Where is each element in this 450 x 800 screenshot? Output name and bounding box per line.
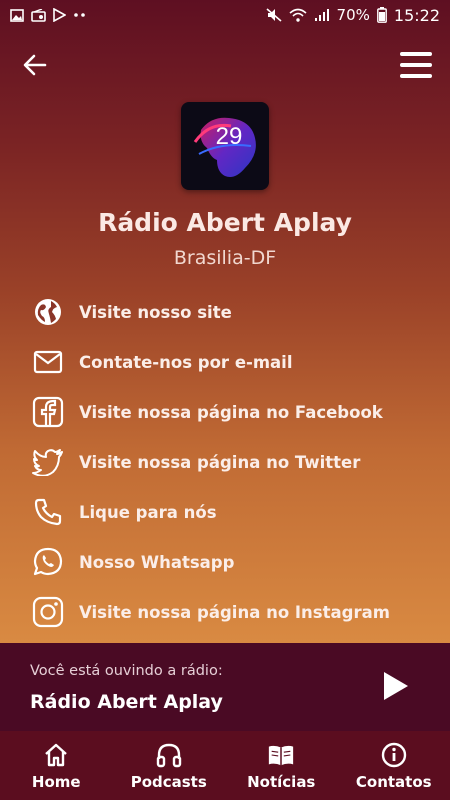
station-logo: 29 [181,102,269,190]
phone-icon [30,494,66,530]
menu-button[interactable] [400,52,432,78]
now-playing-bar: Você está ouvindo a rádio: Rádio Abert A… [0,643,450,731]
back-button[interactable] [20,50,50,80]
image-icon [10,8,24,22]
mute-icon [266,8,282,22]
contact-label: Contate-nos por e-mail [79,352,293,372]
contact-facebook[interactable]: Visite nossa página no Facebook [0,387,450,437]
now-playing-caption: Você está ouvindo a rádio: [30,663,223,679]
contact-email[interactable]: Contate-nos por e-mail [0,337,450,387]
hamburger-menu-icon-bar [400,74,432,78]
whatsapp-icon [30,544,66,580]
contact-label: Lique para nós [79,502,217,522]
contact-label: Visite nossa página no Twitter [79,452,361,472]
contact-label: Visite nossa página no Instagram [79,602,390,622]
globe-icon [30,294,66,330]
contact-website[interactable]: Visite nosso site [0,287,450,337]
contact-whatsapp[interactable]: Nosso Whatsapp [0,537,450,587]
instagram-icon [30,594,66,630]
radio-icon [31,8,46,22]
play-store-icon [53,8,66,22]
play-icon [384,672,408,700]
battery-icon [376,7,387,23]
contact-twitter[interactable]: Visite nossa página no Twitter [0,437,450,487]
nav-podcasts[interactable]: Podcasts [113,731,226,800]
nav-label: Home [31,773,81,791]
contact-label: Nosso Whatsapp [79,552,235,572]
battery-percent: 70% [336,6,370,24]
logo-number: 29 [216,123,243,150]
station-name: Rádio Abert Aplay [98,208,352,237]
book-icon [267,741,295,769]
hamburger-menu-icon-bar [400,63,432,67]
nav-home[interactable]: Home [0,731,113,800]
more-dots-icon [74,13,85,17]
status-right-icons: 70% 15:22 [266,6,440,25]
home-icon [42,741,70,769]
nav-noticias[interactable]: Notícias [225,731,338,800]
nav-contatos[interactable]: Contatos [338,731,450,800]
play-button[interactable] [378,669,412,703]
now-playing-station: Rádio Abert Aplay [30,691,223,713]
status-bar: 70% 15:22 [0,0,450,30]
back-arrow-icon [23,54,47,76]
nav-label: Notícias [247,773,316,791]
app-bar [0,46,450,84]
contact-instagram[interactable]: Visite nossa página no Instagram [0,587,450,637]
nav-label: Contatos [355,773,432,791]
hamburger-menu-icon [400,52,432,56]
twitter-icon [30,444,66,480]
status-left-icons [10,8,87,22]
station-logo-image: 29 [193,117,256,177]
signal-icon [314,9,329,21]
nav-label: Podcasts [130,773,207,791]
contact-list: Visite nosso site Contate-nos por e-mail… [0,287,450,637]
bottom-navigation: Home Podcasts Notícias Contatos [0,731,450,800]
clock: 15:22 [393,5,440,25]
facebook-icon [30,394,66,430]
wifi-icon [289,8,307,22]
station-location: Brasilia-DF [173,247,277,269]
contact-phone[interactable]: Lique para nós [0,487,450,537]
contact-label: Visite nossa página no Facebook [79,402,383,422]
headphones-icon [155,741,183,769]
contact-label: Visite nosso site [79,302,232,322]
info-icon [380,741,408,769]
mail-icon [30,344,66,380]
